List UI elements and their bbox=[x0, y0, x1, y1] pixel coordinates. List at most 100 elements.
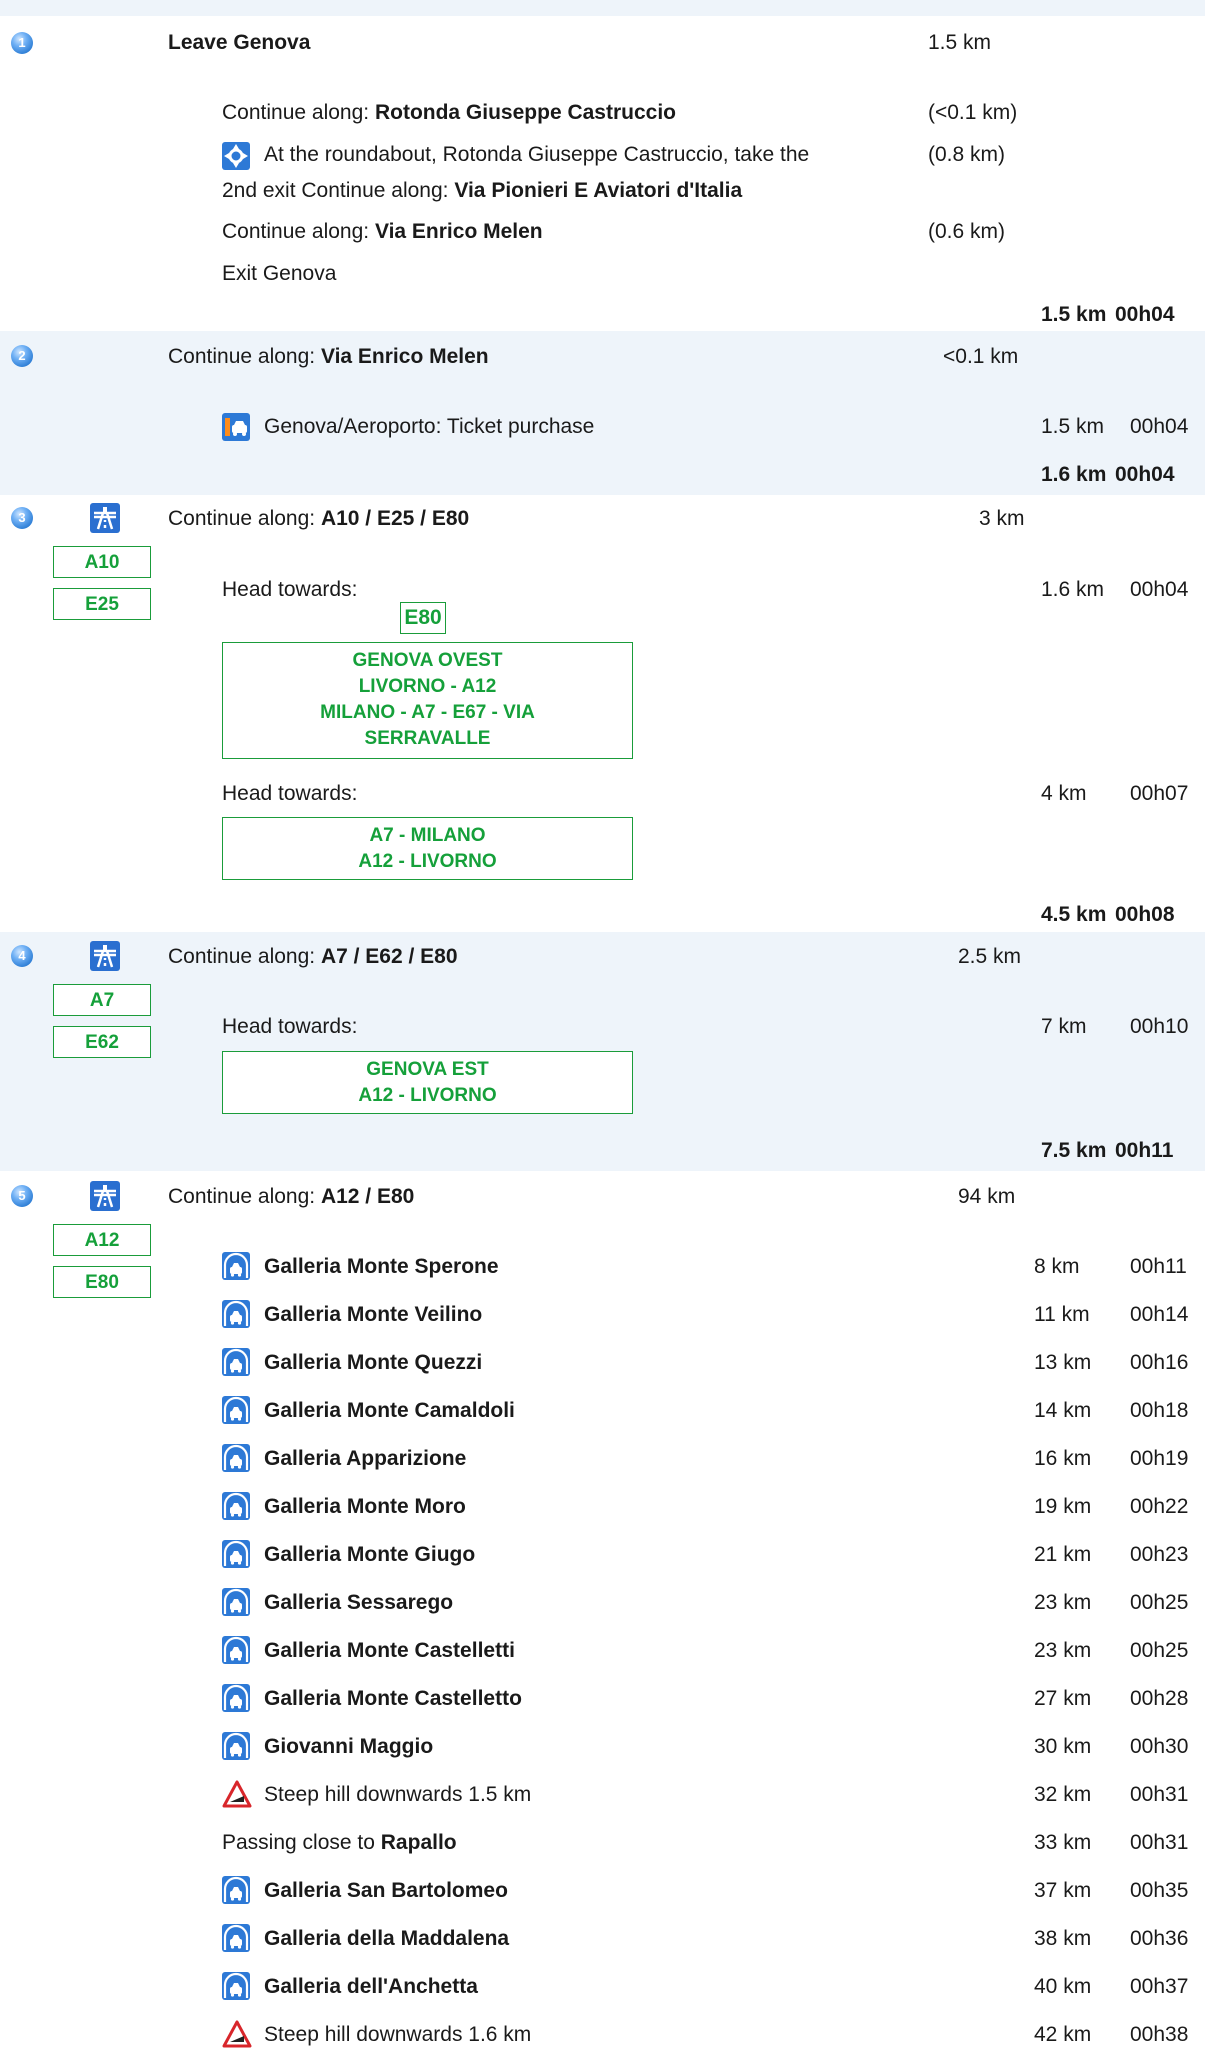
step-total-time: 00h04 bbox=[1115, 303, 1175, 326]
instruction-distance: (0.6 km) bbox=[928, 220, 1006, 243]
step-total-distance: 1.5 km bbox=[1041, 303, 1107, 326]
instruction-distance: 1.6 km bbox=[1041, 578, 1105, 601]
step-title: Continue along: A7 / E62 / E80 bbox=[168, 945, 458, 968]
tunnel-icon bbox=[222, 1924, 250, 1952]
step-total-time: 00h08 bbox=[1115, 903, 1175, 926]
motorway-icon bbox=[90, 941, 120, 971]
instruction-time: 00h10 bbox=[1130, 1015, 1189, 1038]
waypoint-name: Galleria della Maddalena bbox=[264, 1927, 510, 1950]
waypoint-distance: 32 km bbox=[1034, 1783, 1092, 1806]
step-number-badge: 1 bbox=[11, 32, 33, 54]
tunnel-icon bbox=[222, 1732, 250, 1760]
step-distance: 94 km bbox=[958, 1185, 1016, 1208]
waypoint-name: Galleria Monte Giugo bbox=[264, 1543, 476, 1566]
step-number-badge: 5 bbox=[11, 1185, 33, 1207]
step-total-time: 00h04 bbox=[1115, 463, 1175, 486]
waypoint-distance: 30 km bbox=[1034, 1735, 1092, 1758]
waypoint-time: 00h31 bbox=[1130, 1783, 1189, 1806]
road-badge-e62: E62 bbox=[53, 1026, 151, 1058]
waypoint-distance: 14 km bbox=[1034, 1399, 1092, 1422]
waypoint-name: Galleria Monte Quezzi bbox=[264, 1351, 483, 1374]
head-towards-label: Head towards: bbox=[222, 578, 358, 601]
waypoint-name: Galleria Monte Sperone bbox=[264, 1255, 499, 1278]
instruction: Continue along: Rotonda Giuseppe Castruc… bbox=[222, 101, 676, 124]
tunnel-icon bbox=[222, 1252, 250, 1280]
instruction-continued: 2nd exit Continue along: Via Pionieri E … bbox=[222, 179, 743, 202]
waypoint-time: 00h37 bbox=[1130, 1975, 1189, 1998]
waypoint-time: 00h19 bbox=[1130, 1447, 1189, 1470]
waypoint-name: Galleria San Bartolomeo bbox=[264, 1879, 508, 1902]
direction-sign: GENOVA OVEST LIVORNO - A12 MILANO - A7 -… bbox=[222, 642, 633, 759]
step-distance: 2.5 km bbox=[958, 945, 1022, 968]
sign-line: GENOVA EST bbox=[366, 1059, 489, 1080]
waypoint-name: Galleria Monte Castelletto bbox=[264, 1687, 522, 1710]
direction-sign: GENOVA EST A12 - LIVORNO bbox=[222, 1051, 633, 1114]
sign-line: A7 - MILANO bbox=[369, 825, 486, 846]
instruction: Exit Genova bbox=[222, 262, 337, 285]
step-title: Continue along: A12 / E80 bbox=[168, 1185, 415, 1208]
motorway-icon bbox=[90, 503, 120, 533]
waypoint-distance: 21 km bbox=[1034, 1543, 1092, 1566]
waypoint-time: 00h25 bbox=[1130, 1639, 1189, 1662]
tunnel-icon bbox=[222, 1348, 250, 1376]
waypoint-time: 00h35 bbox=[1130, 1879, 1189, 1902]
waypoint-distance: 23 km bbox=[1034, 1591, 1092, 1614]
waypoint-name: Galleria Monte Moro bbox=[264, 1495, 466, 1518]
road-badge-e25: E25 bbox=[53, 588, 151, 620]
instruction-distance: 1.5 km bbox=[1041, 415, 1105, 438]
step-distance: 1.5 km bbox=[928, 31, 992, 54]
waypoint-time: 00h22 bbox=[1130, 1495, 1189, 1518]
waypoint-distance: 11 km bbox=[1034, 1303, 1090, 1326]
tunnel-icon bbox=[222, 1540, 250, 1568]
instruction: At the roundabout, Rotonda Giuseppe Cast… bbox=[264, 143, 810, 166]
waypoint-distance: 23 km bbox=[1034, 1639, 1092, 1662]
sign-line: LIVORNO - A12 bbox=[358, 676, 497, 697]
waypoint-distance: 42 km bbox=[1034, 2023, 1092, 2046]
waypoint-name: Giovanni Maggio bbox=[264, 1735, 434, 1758]
instruction-distance: 7 km bbox=[1041, 1015, 1087, 1038]
road-badge-a10: A10 bbox=[53, 546, 151, 578]
motorway-icon bbox=[90, 1181, 120, 1211]
waypoint-time: 00h23 bbox=[1130, 1543, 1189, 1566]
instruction-time: 00h04 bbox=[1130, 415, 1189, 438]
waypoint-time: 00h28 bbox=[1130, 1687, 1189, 1710]
waypoint-time: 00h11 bbox=[1130, 1255, 1187, 1278]
waypoint-distance: 37 km bbox=[1034, 1879, 1092, 1902]
waypoint-time: 00h14 bbox=[1130, 1303, 1189, 1326]
tunnel-icon bbox=[222, 1396, 250, 1424]
instruction-time: 00h04 bbox=[1130, 578, 1189, 601]
waypoint-time: 00h25 bbox=[1130, 1591, 1189, 1614]
instruction: Continue along: Via Enrico Melen bbox=[222, 220, 543, 243]
instruction-time: 00h07 bbox=[1130, 782, 1189, 805]
tunnel-icon bbox=[222, 1492, 250, 1520]
waypoint-distance: 16 km bbox=[1034, 1447, 1092, 1470]
waypoint-name: Galleria Monte Veilino bbox=[264, 1303, 483, 1326]
step-number-badge: 2 bbox=[11, 345, 33, 367]
road-badge-e80: E80 bbox=[53, 1266, 151, 1298]
instruction-distance: (0.8 km) bbox=[928, 143, 1006, 166]
sign-line: GENOVA OVEST bbox=[352, 650, 503, 671]
waypoint-distance: 33 km bbox=[1034, 1831, 1092, 1854]
waypoint-time: 00h36 bbox=[1130, 1927, 1189, 1950]
roundabout-icon bbox=[222, 142, 250, 170]
waypoint-name: Passing close to Rapallo bbox=[222, 1831, 457, 1854]
head-towards-label: Head towards: bbox=[222, 1015, 358, 1038]
steep-hill-icon bbox=[222, 1780, 252, 1808]
waypoint-distance: 13 km bbox=[1034, 1351, 1092, 1374]
step-total-time: 00h11 bbox=[1115, 1139, 1174, 1162]
step-title: Continue along: Via Enrico Melen bbox=[168, 345, 489, 368]
tunnel-icon bbox=[222, 1972, 250, 2000]
waypoint-distance: 19 km bbox=[1034, 1495, 1092, 1518]
step-total-distance: 1.6 km bbox=[1041, 463, 1107, 486]
step-title: Continue along: A10 / E25 / E80 bbox=[168, 507, 470, 530]
waypoint-time: 00h38 bbox=[1130, 2023, 1189, 2046]
waypoint-time: 00h31 bbox=[1130, 1831, 1189, 1854]
waypoint-distance: 8 km bbox=[1034, 1255, 1080, 1278]
road-badge-a12: A12 bbox=[53, 1224, 151, 1256]
step-number-badge: 4 bbox=[11, 945, 33, 967]
step-number-badge: 3 bbox=[11, 507, 33, 529]
step-distance: <0.1 km bbox=[943, 345, 1019, 368]
waypoint-distance: 27 km bbox=[1034, 1687, 1092, 1710]
toll-ticket-icon bbox=[222, 413, 250, 441]
instruction-distance: (<0.1 km) bbox=[928, 101, 1018, 124]
